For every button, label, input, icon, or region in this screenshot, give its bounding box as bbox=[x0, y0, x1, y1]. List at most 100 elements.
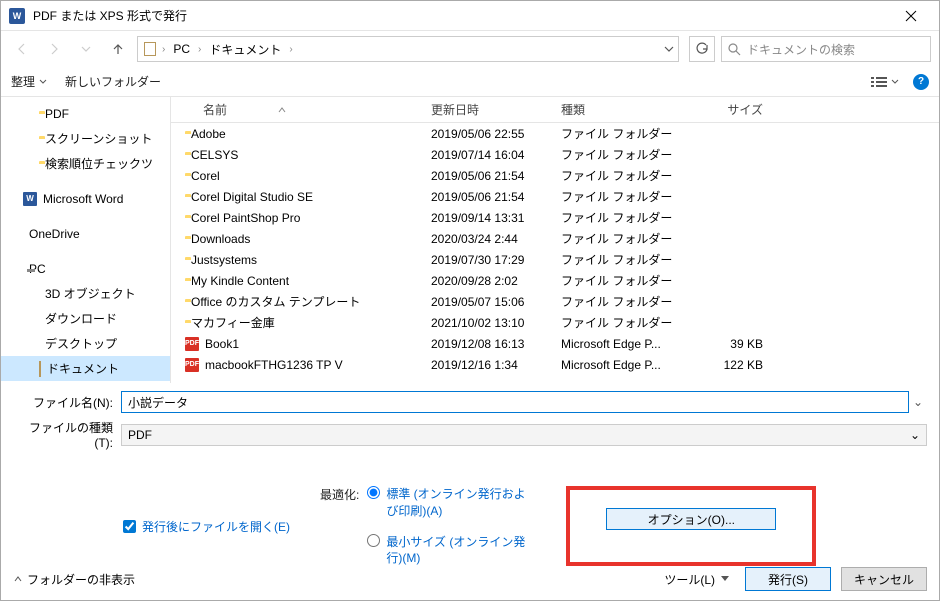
sidebar-item-label: 3D オブジェクト bbox=[45, 285, 136, 302]
options-button[interactable]: オプション(O)... bbox=[606, 508, 776, 530]
sidebar-item[interactable]: ピクチャ bbox=[1, 381, 170, 383]
hide-folders-button[interactable]: フォルダーの非表示 bbox=[13, 571, 135, 588]
col-type-header[interactable]: 種類 bbox=[561, 101, 691, 118]
chevron-down-icon: ⌄ bbox=[910, 428, 920, 442]
open-after-label: 発行後にファイルを開く(E) bbox=[142, 518, 290, 535]
sidebar-item[interactable]: OneDrive bbox=[1, 221, 170, 246]
window-title: PDF または XPS 形式で発行 bbox=[33, 7, 891, 24]
table-row[interactable]: Adobe2019/05/06 22:55ファイル フォルダー bbox=[171, 123, 939, 144]
word-app-icon: W bbox=[9, 8, 25, 24]
file-list: 名前 更新日時 種類 サイズ Adobe 2019/05/06 22:55 ファイル… bbox=[171, 97, 939, 383]
sort-asc-icon bbox=[277, 106, 287, 114]
publish-button[interactable]: 発行(S) bbox=[745, 567, 831, 591]
pdf-icon: PDF bbox=[185, 337, 199, 351]
optimize-label: 最適化: bbox=[320, 486, 359, 567]
table-row[interactable]: マカフィー金庫 2021/10/02 13:10ファイル フォルダー bbox=[171, 312, 939, 333]
view-icon bbox=[871, 76, 887, 88]
title-bar: W PDF または XPS 形式で発行 bbox=[1, 1, 939, 31]
sidebar: PDFスクリーンショット検索順位チェックツ WMicrosoft Word OneD… bbox=[1, 97, 171, 383]
col-name-header[interactable]: 名前 bbox=[171, 101, 431, 118]
file-date: 2021/10/02 13:10 bbox=[431, 316, 561, 330]
chevron-down-icon bbox=[81, 45, 91, 53]
optimize-standard-radio[interactable]: 標準 (オンライン発行および印刷)(A) bbox=[367, 486, 536, 520]
filename-input[interactable] bbox=[121, 391, 909, 413]
word-icon: W bbox=[23, 192, 37, 206]
nav-recent-button[interactable] bbox=[73, 36, 99, 62]
file-date: 2019/12/08 16:13 bbox=[431, 337, 561, 351]
filename-label: ファイル名(N): bbox=[13, 394, 121, 411]
open-after-input[interactable] bbox=[123, 520, 136, 533]
refresh-button[interactable] bbox=[689, 36, 715, 62]
breadcrumb-item-pc[interactable]: PC bbox=[169, 40, 194, 58]
file-date: 2019/05/06 22:55 bbox=[431, 127, 561, 141]
file-name: マカフィー金庫 bbox=[191, 314, 275, 331]
file-name: Adobe bbox=[191, 127, 226, 141]
chevron-right-icon: › bbox=[287, 44, 294, 55]
new-folder-button[interactable]: 新しいフォルダー bbox=[65, 73, 161, 90]
open-after-checkbox[interactable]: 発行後にファイルを開く(E) bbox=[123, 486, 290, 567]
breadcrumb[interactable]: › PC › ドキュメント › bbox=[137, 36, 679, 62]
table-row[interactable]: My Kindle Content2020/09/28 2:02ファイル フォル… bbox=[171, 270, 939, 291]
sidebar-item[interactable]: 検索順位チェックツ bbox=[1, 151, 170, 176]
filename-dropdown[interactable]: ⌄ bbox=[909, 395, 927, 409]
main-area: PDFスクリーンショット検索順位チェックツWMicrosoft WordOneD… bbox=[1, 97, 939, 383]
table-row[interactable]: PDFmacbookFTHG1236 TP V2019/12/16 1:34Mi… bbox=[171, 354, 939, 375]
close-icon bbox=[905, 10, 917, 22]
sidebar-item[interactable]: デスクトップ bbox=[1, 331, 170, 356]
document-location-icon bbox=[142, 41, 158, 57]
table-row[interactable]: Corel PaintShop Pro2019/09/14 13:31ファイル … bbox=[171, 207, 939, 228]
cancel-button[interactable]: キャンセル bbox=[841, 567, 927, 591]
organize-menu[interactable]: 整理 bbox=[11, 73, 47, 90]
sidebar-item[interactable]: WMicrosoft Word bbox=[1, 186, 170, 211]
arrow-right-icon bbox=[47, 42, 61, 56]
nav-bar: › PC › ドキュメント › ドキュメントの検索 bbox=[1, 31, 939, 67]
chevron-right-icon: › bbox=[196, 44, 203, 55]
file-type: ファイル フォルダー bbox=[561, 188, 691, 205]
breadcrumb-item-documents[interactable]: ドキュメント bbox=[205, 39, 285, 60]
file-list-header: 名前 更新日時 種類 サイズ bbox=[171, 97, 939, 123]
sidebar-item[interactable]: PC bbox=[1, 256, 170, 281]
table-row[interactable]: Justsystems2019/07/30 17:29ファイル フォルダー bbox=[171, 249, 939, 270]
sidebar-item[interactable]: スクリーンショット bbox=[1, 126, 170, 151]
file-type: Microsoft Edge P... bbox=[561, 337, 691, 351]
file-type: ファイル フォルダー bbox=[561, 314, 691, 331]
chevron-down-icon bbox=[891, 79, 899, 85]
filetype-combo[interactable]: PDF ⌄ bbox=[121, 424, 927, 446]
help-button[interactable]: ? bbox=[913, 74, 929, 90]
nav-up-button[interactable] bbox=[105, 36, 131, 62]
sidebar-item[interactable]: ドキュメント bbox=[1, 356, 170, 381]
sidebar-item[interactable]: 3D オブジェクト bbox=[1, 281, 170, 306]
table-row[interactable]: Corel2019/05/06 21:54ファイル フォルダー bbox=[171, 165, 939, 186]
col-date-header[interactable]: 更新日時 bbox=[431, 101, 561, 118]
sidebar-item[interactable]: PDF bbox=[1, 101, 170, 126]
search-box[interactable]: ドキュメントの検索 bbox=[721, 36, 931, 62]
doc-icon bbox=[39, 362, 41, 376]
sidebar-item-label: ダウンロード bbox=[45, 310, 117, 327]
pdf-icon: PDF bbox=[185, 358, 199, 372]
file-name: Justsystems bbox=[191, 253, 257, 267]
col-size-header[interactable]: サイズ bbox=[691, 101, 771, 118]
table-row[interactable]: Downloads2020/03/24 2:44ファイル フォルダー bbox=[171, 228, 939, 249]
sidebar-item[interactable]: ダウンロード bbox=[1, 306, 170, 331]
sidebar-item-label: デスクトップ bbox=[45, 335, 117, 352]
table-row[interactable]: CELSYS2019/07/14 16:04ファイル フォルダー bbox=[171, 144, 939, 165]
filetype-label: ファイルの種類(T): bbox=[13, 419, 121, 450]
file-size: 122 KB bbox=[691, 358, 771, 372]
breadcrumb-dropdown[interactable] bbox=[664, 45, 674, 53]
nav-back-button[interactable] bbox=[9, 36, 35, 62]
close-button[interactable] bbox=[891, 2, 931, 30]
file-type: ファイル フォルダー bbox=[561, 209, 691, 226]
file-type: ファイル フォルダー bbox=[561, 251, 691, 268]
table-row[interactable]: PDF Book1 2019/12/08 16:13Microsoft Edge P… bbox=[171, 333, 939, 354]
nav-forward-button[interactable] bbox=[41, 36, 67, 62]
table-row[interactable]: Corel Digital Studio SE2019/05/06 21:54フ… bbox=[171, 186, 939, 207]
tools-menu[interactable]: ツール(L) bbox=[658, 571, 735, 588]
file-name: Book1 bbox=[205, 337, 239, 351]
view-options-button[interactable] bbox=[871, 76, 899, 88]
file-date: 2019/05/06 21:54 bbox=[431, 169, 561, 183]
arrow-up-icon bbox=[111, 42, 125, 56]
table-row[interactable]: Office のカスタム テンプレート2019/05/07 15:06ファイル … bbox=[171, 291, 939, 312]
search-icon bbox=[728, 43, 741, 56]
file-date: 2019/05/07 15:06 bbox=[431, 295, 561, 309]
file-date: 2019/07/14 16:04 bbox=[431, 148, 561, 162]
